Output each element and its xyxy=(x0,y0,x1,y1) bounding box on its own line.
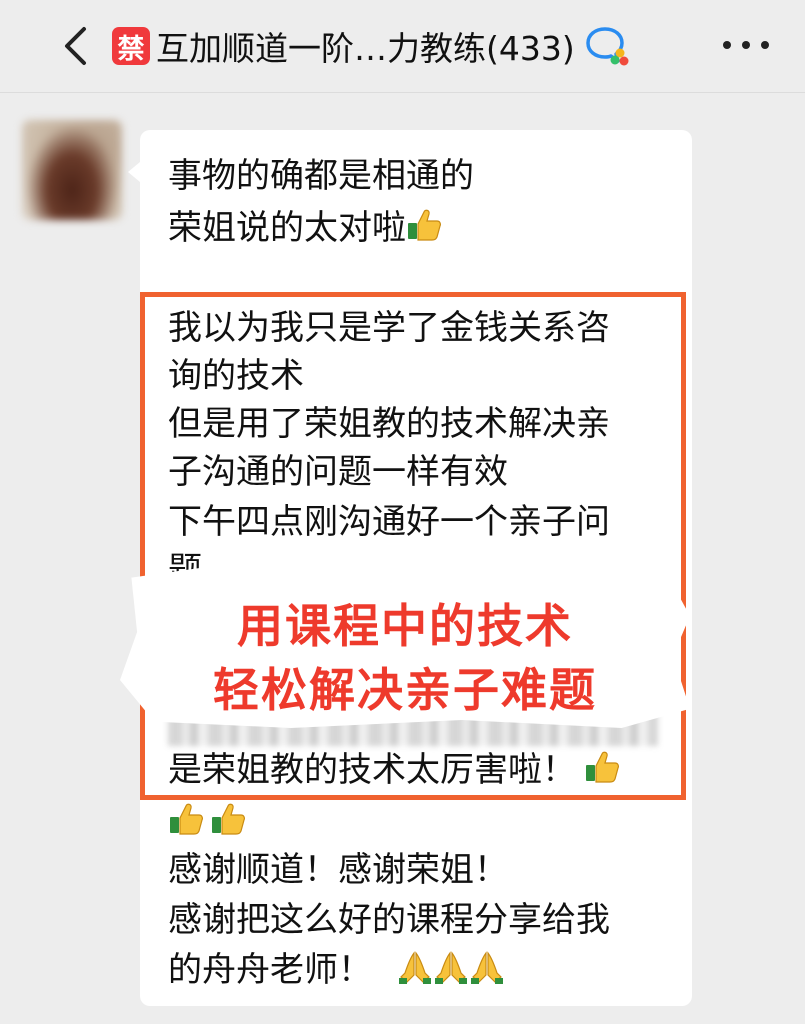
emoji-line xyxy=(168,796,246,848)
message-line: 感谢把这么好的课程分享给我 xyxy=(168,900,610,940)
sender-avatar[interactable] xyxy=(22,120,122,220)
thumbs-up-icon xyxy=(170,803,203,835)
message-line: 荣姐说的太对啦 xyxy=(168,202,442,254)
praying-hands-icon xyxy=(398,951,431,984)
banner-line: 轻松解决亲子难题 xyxy=(213,663,597,717)
more-options-button[interactable] xyxy=(723,38,769,52)
chat-header: 禁 互加顺道一阶…力教练(433) xyxy=(0,0,805,93)
chat-title: 互加顺道一阶…力教练(433) xyxy=(156,29,575,68)
thumbs-up-icon xyxy=(408,209,441,241)
overlay-banner: 用课程中的技术 轻松解决亲子难题 xyxy=(120,568,690,728)
message-line: 事物的确都是相通的 xyxy=(168,156,474,196)
message-line: 感谢顺道！感谢荣姐！ xyxy=(168,850,508,890)
praying-hands-icon xyxy=(434,951,467,984)
chat-title-area[interactable]: 禁 互加顺道一阶…力教练(433) xyxy=(112,22,629,70)
dot-icon xyxy=(761,41,769,49)
thumbs-up-icon xyxy=(212,803,245,835)
dot-icon xyxy=(723,41,731,49)
dot-icon xyxy=(742,41,750,49)
praying-hands-icon xyxy=(470,951,503,984)
ban-badge: 禁 xyxy=(112,27,150,65)
message-line: 的舟舟老师！ xyxy=(168,944,505,996)
group-chat-icon xyxy=(586,27,629,66)
back-button[interactable] xyxy=(56,24,94,68)
banner-line: 用课程中的技术 xyxy=(237,599,573,653)
chevron-left-icon xyxy=(65,27,86,65)
